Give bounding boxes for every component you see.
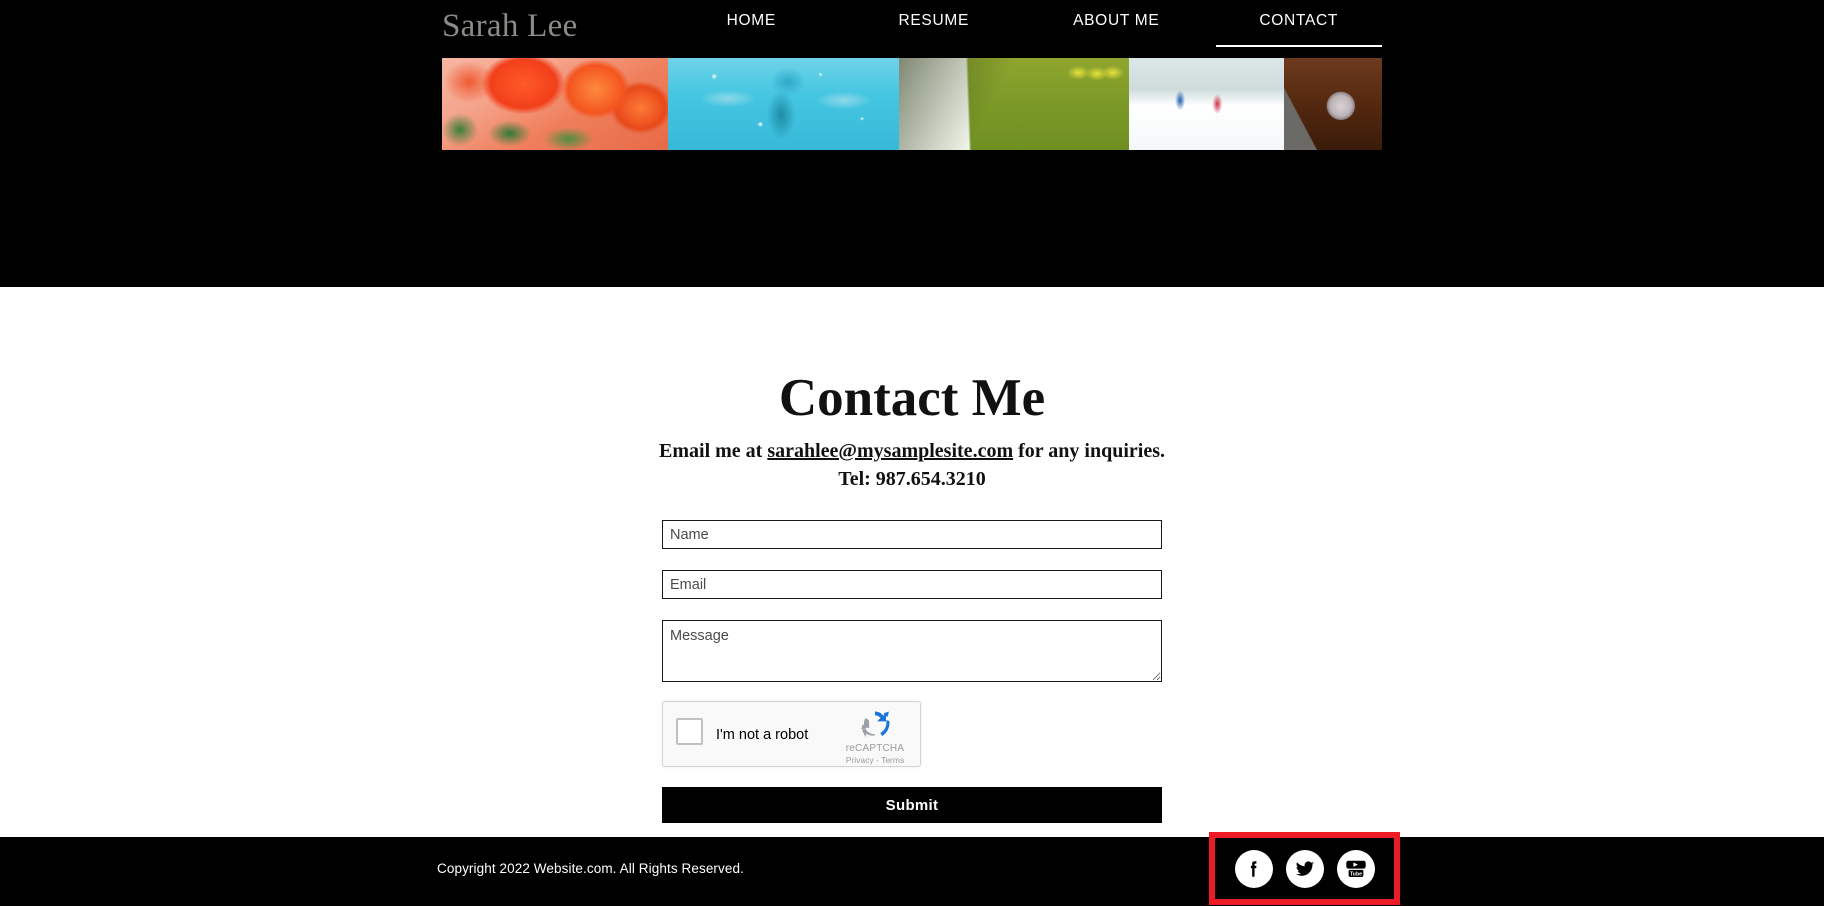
hero-header: Sarah Lee HOME RESUME ABOUT ME CONTACT	[0, 0, 1824, 287]
intro-suffix-text: for any inquiries.	[1013, 440, 1165, 462]
name-input[interactable]	[662, 520, 1162, 549]
recaptcha-widget[interactable]: I'm not a robot reCAPTCHA Privacy - Term…	[662, 701, 921, 767]
banner-image-swimming	[668, 58, 899, 150]
recaptcha-link-separator: -	[873, 755, 882, 765]
message-textarea[interactable]	[662, 620, 1162, 682]
banner-image-fly-fishing	[1284, 58, 1382, 150]
banner-image-strip	[442, 58, 1382, 150]
top-navigation-bar: Sarah Lee HOME RESUME ABOUT ME CONTACT	[0, 0, 1824, 50]
main-content: Contact Me Email me at sarahlee@mysample…	[0, 287, 1824, 837]
recaptcha-logo-icon	[858, 708, 892, 738]
twitter-icon[interactable]	[1285, 849, 1324, 888]
youtube-icon[interactable]: Tube	[1336, 849, 1375, 888]
recaptcha-brand-name: reCAPTCHA	[845, 743, 905, 754]
contact-intro: Email me at sarahlee@mysamplesite.com fo…	[0, 437, 1824, 493]
contact-email-line: Email me at sarahlee@mysamplesite.com fo…	[0, 437, 1824, 465]
page-title: Contact Me	[778, 368, 1046, 427]
copyright-text: Copyright 2022 Website.com. All Rights R…	[437, 861, 744, 876]
recaptcha-legal-links: Privacy - Terms	[838, 755, 912, 766]
site-logo[interactable]: Sarah Lee	[442, 7, 578, 45]
facebook-icon[interactable]	[1234, 849, 1273, 888]
nav-item-contact[interactable]: CONTACT	[1208, 0, 1391, 50]
banner-image-skiing	[1129, 58, 1284, 150]
recaptcha-label: I'm not a robot	[716, 727, 809, 743]
social-links-highlight: Tube	[1209, 832, 1400, 905]
contact-form: I'm not a robot reCAPTCHA	[662, 520, 1162, 823]
submit-button[interactable]: Submit	[662, 787, 1162, 823]
recaptcha-terms-link[interactable]: Terms	[881, 755, 904, 765]
email-link[interactable]: sarahlee@mysamplesite.com	[767, 440, 1013, 462]
nav-item-about-me[interactable]: ABOUT ME	[1025, 0, 1208, 50]
recaptcha-checkbox[interactable]	[676, 718, 703, 745]
site-footer: Copyright 2022 Website.com. All Rights R…	[0, 832, 1824, 906]
nav-item-resume[interactable]: RESUME	[843, 0, 1026, 50]
intro-prefix-text: Email me at	[659, 440, 768, 462]
svg-text:Tube: Tube	[1350, 871, 1362, 877]
banner-image-golf	[899, 58, 1129, 150]
contact-phone-line: Tel: 987.654.3210	[838, 468, 986, 490]
email-input[interactable]	[662, 570, 1162, 599]
page-root: Sarah Lee HOME RESUME ABOUT ME CONTACT C…	[0, 0, 1824, 906]
recaptcha-branding: reCAPTCHA Privacy - Terms	[838, 708, 912, 766]
banner-image-tulips	[442, 58, 668, 150]
main-nav-links: HOME RESUME ABOUT ME CONTACT	[660, 0, 1390, 50]
recaptcha-privacy-link[interactable]: Privacy	[846, 755, 874, 765]
social-links-row: Tube	[1215, 838, 1394, 899]
nav-item-home[interactable]: HOME	[660, 0, 843, 50]
